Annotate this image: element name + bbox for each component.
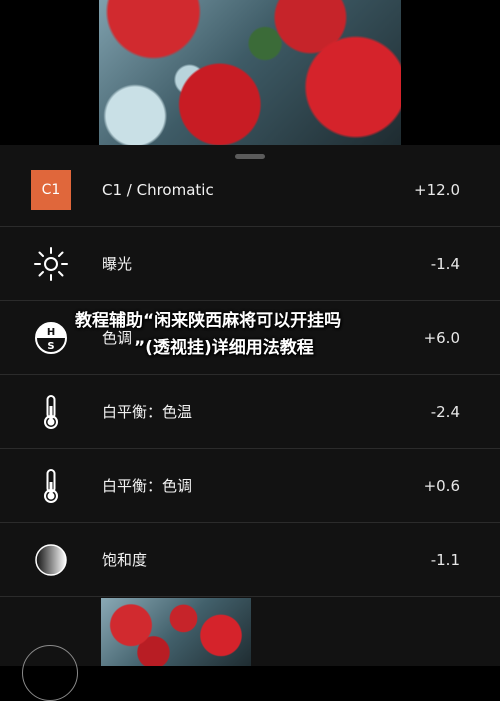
circle-button[interactable] xyxy=(22,645,78,701)
overlay-caption-line1: 教程辅助“闲来陕西麻将可以开挂吗 xyxy=(75,311,342,331)
adjustment-value: +0.6 xyxy=(423,477,460,495)
sun-icon xyxy=(31,244,71,284)
adjustment-row-exposure[interactable]: 曝光 -1.4 xyxy=(0,227,500,301)
adjustment-label: 曝光 xyxy=(102,255,133,273)
adjustment-row-wb-tint[interactable]: 白平衡：色调 +0.6 xyxy=(0,449,500,523)
adjustment-label: 白平衡：色调 xyxy=(102,477,193,495)
adjustment-row-c1[interactable]: C1 C1 / Chromatic +12.0 xyxy=(0,153,500,227)
adjustment-label: C1 / Chromatic xyxy=(102,181,214,199)
adjustment-label: 饱和度 xyxy=(102,551,148,569)
svg-text:S: S xyxy=(47,341,54,352)
c1-badge-icon: C1 xyxy=(31,170,71,210)
adjustment-value: -1.4 xyxy=(430,255,460,273)
svg-text:H: H xyxy=(47,327,55,338)
photo-preview xyxy=(99,0,401,145)
photo-thumbnail[interactable] xyxy=(101,598,251,666)
hs-icon: H S xyxy=(31,318,71,358)
adjustment-value: -2.4 xyxy=(430,403,460,421)
adjustment-label: 白平衡：色温 xyxy=(102,403,193,421)
overlay-caption-line2: ”(透视挂)详细用法教程 xyxy=(134,338,314,358)
adjustment-value: -1.1 xyxy=(430,551,460,569)
adjustment-value: +12.0 xyxy=(414,181,460,199)
thermometer-icon xyxy=(31,392,71,432)
adjustment-row-wb-temp[interactable]: 白平衡：色温 -2.4 xyxy=(0,375,500,449)
thermometer-icon xyxy=(31,466,71,506)
saturation-icon xyxy=(31,540,71,580)
adjustment-row-saturation[interactable]: 饱和度 -1.1 xyxy=(0,523,500,597)
